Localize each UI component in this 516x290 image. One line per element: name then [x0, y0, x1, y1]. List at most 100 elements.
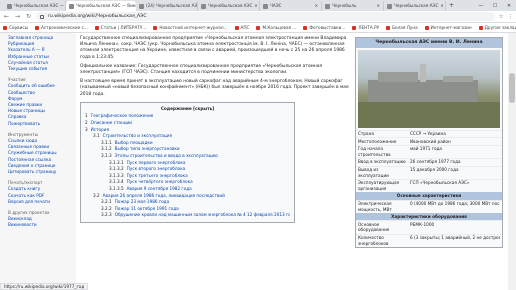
close-tab-icon[interactable]: ✕ — [377, 1, 380, 11]
toc-item[interactable]: 3.1.1 Выбор площадки — [85, 140, 290, 147]
url-input[interactable]: ru.wikipedia.org/wiki/Чернобыльская_АЭС — [36, 12, 495, 21]
bookmarks-bar: Сервисы Астрономические с... Статьи | ЛИТЕ… — [0, 23, 516, 33]
infobox-value[interactable]: 26 сентября 1977 года — [410, 159, 500, 165]
toc-item[interactable]: 3.1.3.1 Пуск первого энергоблока — [85, 160, 290, 167]
bookmark-item[interactable]: АПС — [234, 25, 250, 30]
close-tab-icon[interactable]: ✕ — [254, 1, 257, 11]
menu-icon[interactable]: ⋮ — [508, 14, 514, 20]
infobox-value[interactable]: РБМК-1000 — [410, 222, 500, 233]
tab[interactable]: Чернобыль ✕ — [322, 1, 384, 11]
bookmark-label: Другие закладки — [484, 25, 516, 30]
toc-number: 3.1.1 — [101, 139, 112, 145]
bookmark-label: М.Кольцевая ... — [262, 25, 297, 30]
station-photo[interactable] — [358, 49, 500, 128]
toc-number: 3.2.3 — [101, 212, 112, 218]
url-text: ru.wikipedia.org/wiki/Чернобыльская_АЭС — [48, 14, 147, 19]
bookmark-item[interactable]: Интернет-магазин — [424, 25, 472, 30]
toc-item[interactable]: 3 История — [85, 127, 290, 134]
star-icon[interactable]: ☆ — [499, 14, 504, 20]
toc-number: 3.1.3.2 — [109, 166, 124, 172]
infobox-value[interactable]: ГСП «Чернобыльская АЭС» — [410, 180, 500, 191]
bookmark-icon — [256, 25, 261, 30]
tab-label: ЧАЭС — [270, 3, 282, 8]
toc-title[interactable]: Содержание [скрыть] — [85, 106, 290, 113]
infobox-value[interactable]: май 1971 года — [410, 146, 500, 157]
close-tab-icon[interactable]: ✕ — [315, 1, 318, 11]
back-icon[interactable]: ← — [3, 13, 10, 20]
infobox-row: Основное оборудование РБМК-1000 — [356, 220, 502, 233]
toc-item[interactable]: 3.1.3.2 Пуск второго энергоблока — [85, 166, 290, 173]
toc-item[interactable]: 3.1.3.3 Пуск третьего энергоблока — [85, 173, 290, 180]
bookmark-item[interactable]: Статьи | ЛИТЕРАТУ... — [94, 25, 146, 30]
infobox-value[interactable]: Ивановский район — [410, 139, 500, 145]
bookmark-item[interactable]: Астрономические с... — [34, 25, 88, 30]
new-tab-button[interactable]: + — [446, 1, 457, 11]
bookmark-label: Новостной интернет-журнал... — [159, 25, 228, 30]
paragraph: Официальное название: Государственное сп… — [80, 63, 323, 76]
status-bar: https://ru.wikipedia.org/wiki/1977_год — [0, 283, 89, 290]
intro-paragraph: Государственное специализированное предп… — [80, 36, 347, 60]
infobox-value[interactable]: 0 (4000 МВт до 1986 года; 3000 МВт после… — [410, 201, 500, 212]
toc-item[interactable]: 1 Географическое положение — [85, 113, 290, 120]
bookmark-icon — [34, 25, 39, 30]
sidebar-link[interactable]: Пожертвовать — [8, 121, 68, 127]
bookmark-label: Интернет-магазин — [430, 25, 472, 30]
infobox-section: Характеристики оборудования — [356, 212, 502, 221]
toc-item[interactable]: 3.2.2 Пожар 11 октября 1991 года — [85, 206, 290, 213]
toc-label: История — [90, 126, 110, 132]
favicon-icon — [139, 3, 144, 9]
toc-label: Пуск первого энергоблока — [126, 159, 186, 165]
tab[interactable]: Чернобыльская АЭС — Яндекс✕ — [4, 1, 66, 11]
tab[interactable]: Чернобыльская АЭС ✕ — [198, 1, 260, 11]
bookmark-item[interactable]: Другие закладки — [478, 25, 516, 30]
toc-number: 3.1.3.3 — [109, 172, 124, 178]
forward-icon[interactable]: → — [14, 13, 21, 20]
scrollbar[interactable] — [508, 33, 516, 290]
infobox-value[interactable]: 15 декабря 2000 года — [410, 167, 500, 178]
sidebar-link[interactable]: Цитировать страницу — [8, 169, 68, 175]
toc-item[interactable]: 3.1.3 Этапы строительства и ввода в экспл… — [85, 153, 290, 160]
toc-item[interactable]: 2 Описание станции — [85, 120, 290, 127]
bookmark-item[interactable]: ЛЕНТА.РУ — [352, 25, 379, 30]
sidebar-link[interactable]: Викиновости — [8, 222, 68, 228]
tab[interactable]: ЧАЭС ✕ — [260, 1, 322, 11]
reload-icon[interactable]: ↻ — [25, 13, 32, 20]
infobox-row: Электрическая мощность, МВт 0 (4000 МВт д… — [356, 199, 502, 213]
close-button[interactable]: ✕ — [502, 1, 516, 11]
bookmark-item[interactable]: Белая Луна — [386, 25, 418, 30]
bookmark-item[interactable]: Сервисы — [3, 25, 28, 30]
infobox-row: Год начала строительства май 1971 года — [356, 144, 502, 158]
toc-item[interactable]: 3.1.3.4 Пуск четвёртого энергоблока — [85, 179, 290, 186]
toc-item[interactable]: 3.1.3.5 Авария 9 сентября 1982 года — [85, 186, 290, 193]
close-tab-icon[interactable]: ✕ — [440, 1, 443, 11]
infobox-row: Местоположение Ивановский район — [356, 137, 502, 145]
infobox-row: Эксплуатирующая организация ГСП «Чернобыл… — [356, 178, 502, 192]
toc-item[interactable]: 3.2.3 Обрушение кровли над машинным залом… — [85, 212, 290, 219]
toc-item[interactable]: 3.1 Строительство и эксплуатация — [85, 133, 290, 140]
toc-label: Обрушение кровли над машинным залом энер… — [114, 212, 290, 218]
infobox-value[interactable]: СССР → Украина — [410, 131, 500, 137]
toc-item[interactable]: 3.2 Авария 26 апреля 1986 года, ликвидаци… — [85, 193, 290, 200]
minimize-button[interactable]: — — [474, 1, 488, 11]
maximize-button[interactable]: ☐ — [488, 1, 502, 11]
favicon-icon — [201, 3, 206, 9]
tab[interactable]: Чернобыльская АЭС — Википедия✕ — [66, 1, 136, 11]
infobox-row: Вывод из эксплуатации 15 декабря 2000 год… — [356, 165, 502, 179]
toc-number: 3.2 — [93, 192, 100, 198]
tab[interactable]: Чернобыльская АЭС ✕ — [384, 1, 446, 11]
bookmark-item[interactable]: М.Кольцевая ... — [256, 25, 296, 30]
scrollbar-thumb[interactable] — [509, 73, 515, 103]
toc-label: Описание станции — [90, 120, 133, 126]
bookmark-label: АПС — [240, 25, 250, 30]
toc-item[interactable]: 3.1.2 Выбор типа энергоустановки — [85, 146, 290, 153]
bookmark-item[interactable]: Новостной интернет-журнал... — [153, 25, 228, 30]
table-of-contents: Содержание [скрыть] 1 Географическое поло… — [80, 101, 295, 223]
bookmark-label: Сервисы — [9, 25, 28, 30]
toc-item[interactable]: 3.2.1 Пожар 23 мая 1986 года — [85, 199, 290, 206]
sidebar-link[interactable]: Версия для печати — [8, 199, 68, 205]
tab[interactable]: (24) Чернобыльская АЭС✕ — [136, 1, 198, 11]
infobox-value[interactable]: 6 (3 закрыты; 1 аварийный, 2 не достроен… — [410, 235, 500, 246]
bookmark-icon — [424, 25, 429, 30]
sidebar-link[interactable]: Текущие события — [8, 66, 68, 72]
bookmark-item[interactable]: Фотовыставки... — [303, 25, 345, 30]
